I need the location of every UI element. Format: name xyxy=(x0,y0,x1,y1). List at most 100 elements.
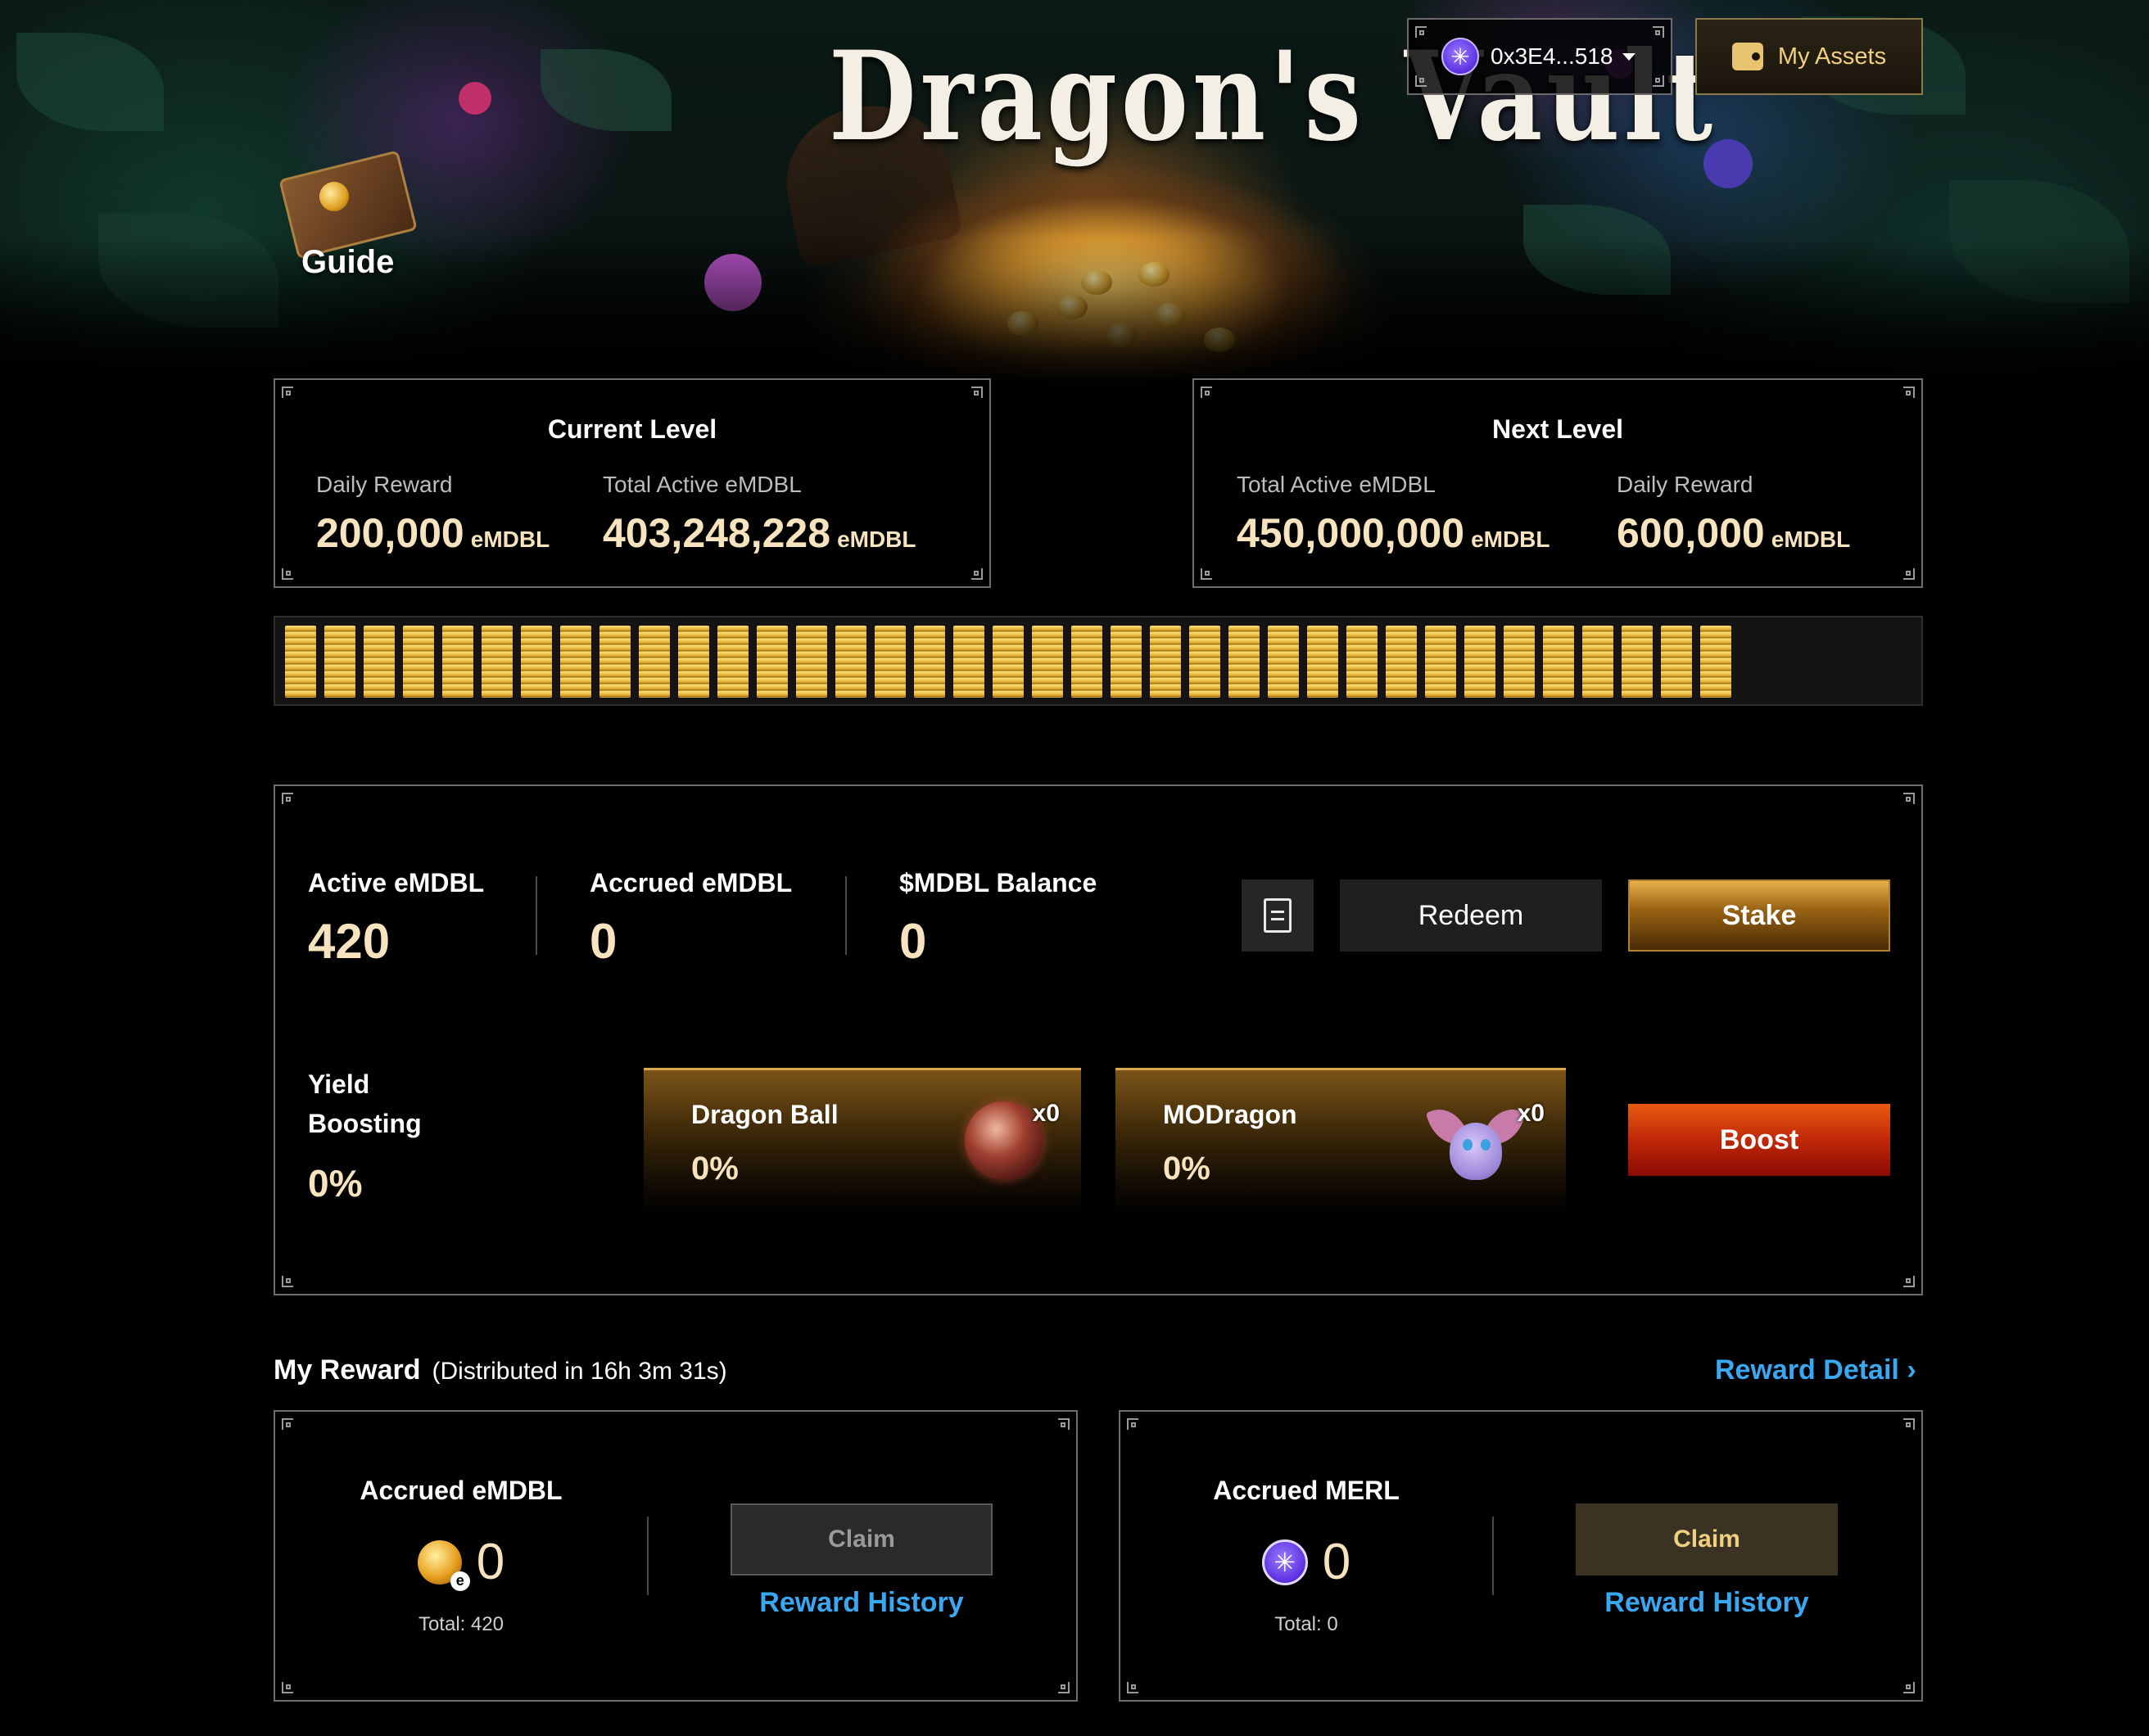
progress-segment xyxy=(1661,626,1692,698)
corner-ornament xyxy=(1201,387,1217,403)
guide-label: Guide xyxy=(301,244,395,280)
claim-merl-button[interactable]: Claim xyxy=(1576,1503,1838,1576)
document-icon xyxy=(1264,898,1292,933)
corner-ornament xyxy=(282,563,298,580)
divider xyxy=(1492,1517,1494,1595)
next-total-active: Total Active eMDBL 450,000,000 eMDBL xyxy=(1237,472,1550,557)
guide-button[interactable]: Guide xyxy=(270,150,434,295)
amount-value: 0 xyxy=(1322,1534,1351,1590)
page-title: Dragon's Vault xyxy=(829,25,1717,169)
book-icon xyxy=(278,150,418,260)
total-value: Total: 420 xyxy=(418,1613,504,1635)
accrued-merl-card: Accrued MERL ✳ 0 Total: 0 Claim Reward H… xyxy=(1119,1410,1923,1702)
corner-ornament xyxy=(966,563,983,580)
flower-decoration xyxy=(459,82,491,115)
progress-segment xyxy=(1268,626,1299,698)
emdbl-reward-history-link[interactable]: Reward History xyxy=(731,1587,993,1619)
corner-ornament xyxy=(1415,26,1432,43)
mdbl-balance-label: $MDBL Balance xyxy=(899,868,1097,897)
unit-label: eMDBL xyxy=(1471,527,1550,552)
token-badge: e xyxy=(450,1571,470,1591)
active-emdbl-stat: Active eMDBL 420 xyxy=(308,868,484,970)
yield-boosting: Yield Boosting 0% xyxy=(308,1065,455,1205)
accrued-emdbl-card: Accrued eMDBL e 0 Total: 420 Claim Rewar… xyxy=(274,1410,1078,1702)
my-assets-button[interactable]: My Assets xyxy=(1695,18,1923,95)
progress-segment xyxy=(1150,626,1181,698)
reward-detail-label: Reward Detail xyxy=(1715,1354,1899,1386)
progress-segment xyxy=(1622,626,1653,698)
next-daily-reward: Daily Reward 600,000 eMDBL xyxy=(1617,472,1850,557)
level-progress-bar xyxy=(274,616,1923,706)
corner-ornament xyxy=(1201,563,1217,580)
progress-segment xyxy=(1425,626,1456,698)
modragon-card[interactable]: MODragon 0% x0 xyxy=(1115,1068,1566,1214)
boost-name: MODragon xyxy=(1163,1100,1297,1129)
progress-segment xyxy=(1464,626,1495,698)
progress-segment xyxy=(1582,626,1613,698)
corner-ornament xyxy=(966,387,983,403)
current-daily-reward: Daily Reward 200,000 eMDBL xyxy=(316,472,550,557)
total-active-label: Total Active eMDBL xyxy=(1237,472,1436,497)
progress-segment xyxy=(875,626,906,698)
unit-label: eMDBL xyxy=(1771,527,1851,552)
merl-reward-history-link[interactable]: Reward History xyxy=(1576,1587,1838,1619)
daily-reward-label: Daily Reward xyxy=(1617,472,1753,497)
dragon-ball-icon xyxy=(965,1101,1043,1180)
claim-emdbl-button[interactable]: Claim xyxy=(731,1503,993,1576)
progress-segment xyxy=(914,626,945,698)
progress-segment xyxy=(678,626,709,698)
staking-panel: Active eMDBL 420 Accrued eMDBL 0 $MDBL B… xyxy=(274,784,1923,1295)
progress-segment xyxy=(757,626,788,698)
emdbl-token-icon: e xyxy=(417,1539,470,1591)
wallet-address: 0x3E4...518 xyxy=(1491,43,1613,69)
progress-segment xyxy=(442,626,473,698)
progress-segment xyxy=(521,626,552,698)
current-level-title: Current Level xyxy=(547,414,717,444)
active-emdbl-label: Active eMDBL xyxy=(308,868,485,897)
boost-button[interactable]: Boost xyxy=(1628,1104,1890,1176)
accrued-emdbl-value: 0 xyxy=(590,914,618,969)
divider xyxy=(647,1517,649,1595)
accrued-emdbl-amount: e 0 xyxy=(275,1533,647,1591)
stake-button[interactable]: Stake xyxy=(1628,879,1890,952)
reward-detail-link[interactable]: Reward Detail › xyxy=(1715,1354,1916,1386)
boost-name: Dragon Ball xyxy=(691,1100,839,1129)
corner-ornament xyxy=(282,387,298,403)
progress-segment xyxy=(1346,626,1378,698)
wallet-selector[interactable]: ✳ 0x3E4...518 xyxy=(1407,18,1672,95)
corner-ornament xyxy=(1898,1271,1915,1287)
accrued-merl-title: Accrued MERL xyxy=(1213,1476,1400,1505)
next-level-title: Next Level xyxy=(1491,414,1624,444)
corner-ornament xyxy=(1898,563,1915,580)
progress-segment xyxy=(1111,626,1142,698)
corner-ornament xyxy=(1127,1677,1143,1693)
accrued-emdbl-label: Accrued eMDBL xyxy=(590,868,793,897)
item-count: x0 xyxy=(1032,1100,1060,1127)
corner-ornament xyxy=(1898,793,1915,809)
divider xyxy=(536,876,537,955)
progress-segment xyxy=(324,626,355,698)
corner-ornament xyxy=(282,1418,298,1435)
redeem-button[interactable]: Redeem xyxy=(1340,879,1602,952)
progress-segment xyxy=(1700,626,1731,698)
progress-segment xyxy=(560,626,591,698)
records-button[interactable] xyxy=(1242,879,1314,952)
mdbl-balance-stat: $MDBL Balance 0 xyxy=(899,868,1097,970)
corner-ornament xyxy=(1898,387,1915,403)
progress-segment xyxy=(1386,626,1417,698)
current-total-active: Total Active eMDBL 403,248,228 eMDBL xyxy=(603,472,916,557)
daily-reward-value: 600,000 xyxy=(1617,510,1765,556)
dragon-ball-card[interactable]: Dragon Ball 0% x0 xyxy=(644,1068,1081,1214)
progress-segment xyxy=(717,626,749,698)
total-active-value: 403,248,228 xyxy=(603,510,831,556)
corner-ornament xyxy=(1898,1418,1915,1435)
corner-ornament xyxy=(1648,26,1664,43)
foliage-decoration xyxy=(541,49,672,131)
accrued-emdbl-title: Accrued eMDBL xyxy=(360,1476,563,1505)
dragon-icon xyxy=(1425,1098,1527,1188)
progress-segment xyxy=(993,626,1024,698)
accrued-merl-amount: ✳ 0 xyxy=(1120,1533,1492,1591)
item-count: x0 xyxy=(1517,1100,1545,1127)
total-active-label: Total Active eMDBL xyxy=(603,472,802,497)
progress-segment xyxy=(599,626,631,698)
